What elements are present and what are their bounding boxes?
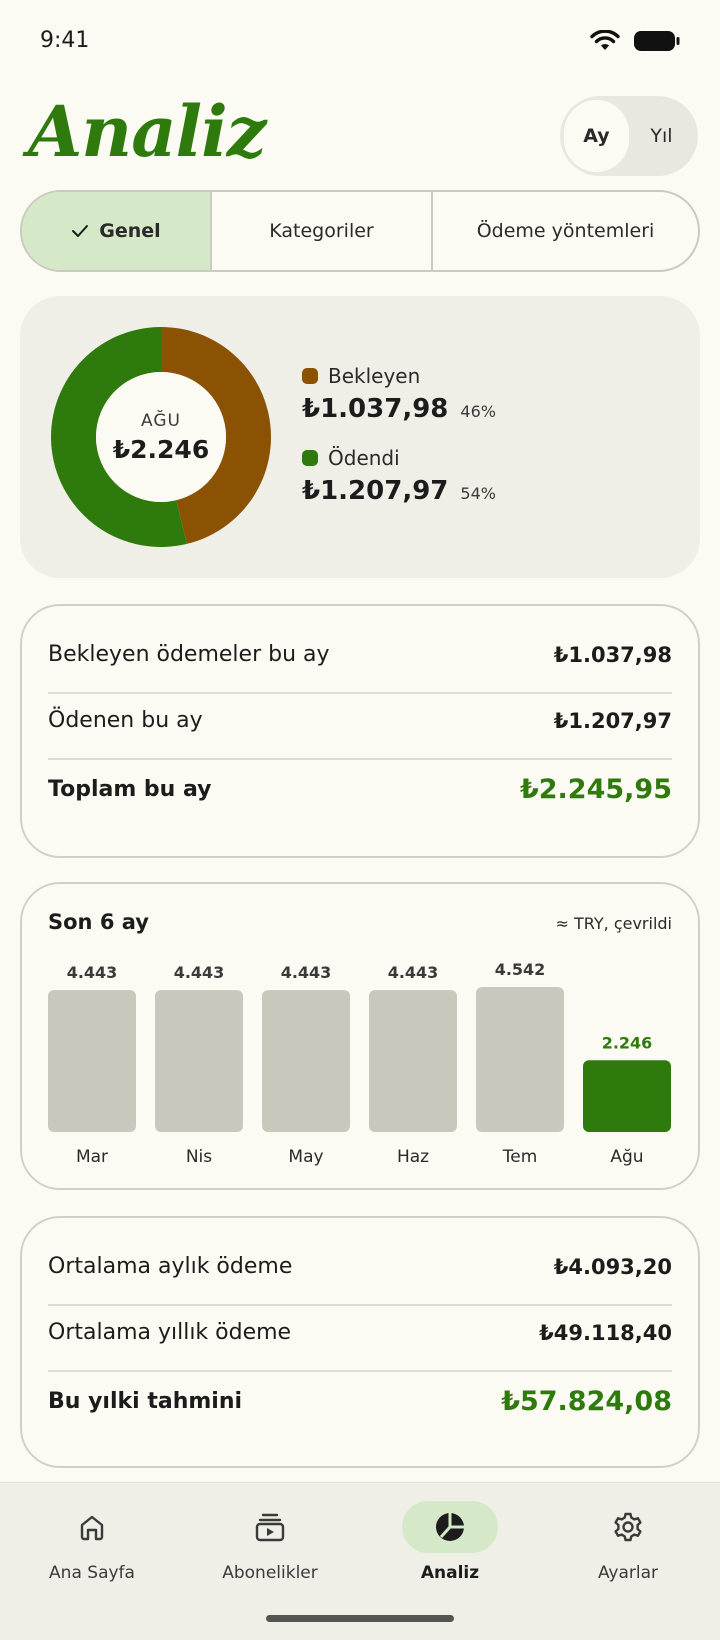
donut-chart: AĞU ₺2.246 (50, 326, 272, 548)
average-row-forecast: Bu yılki tahmini ₺57.824,08 (48, 1386, 672, 1417)
page-title: Analiz (28, 90, 266, 173)
period-option-month[interactable]: Ay (564, 100, 629, 172)
nav-icon-container (402, 1501, 498, 1553)
home-icon (80, 1515, 104, 1541)
bar-category-label: Haz (397, 1147, 429, 1167)
bar-Mar (48, 990, 136, 1132)
tab-categories[interactable]: Kategoriler (212, 192, 433, 270)
legend-amount-pending: ₺1.037,98 (302, 394, 449, 424)
summary-row-total: Toplam bu ay ₺2.245,95 (48, 774, 672, 805)
bar-Nis (155, 990, 243, 1132)
donut-center: AĞU ₺2.246 (50, 326, 272, 548)
bar-chart: 4.443 Mar 4.443 Nis 4.443 May 4.443 Haz 4.542 Tem… (48, 960, 671, 1167)
average-row-yearly: Ortalama yıllık ödeme ₺49.118,40 (48, 1320, 672, 1345)
header: Analiz Ay Yıl (0, 90, 720, 180)
bar-category-label: Mar (76, 1147, 108, 1167)
row-value: ₺2.245,95 (519, 774, 672, 805)
bar-value-label: 4.443 (388, 963, 439, 982)
donut-month-label: AĞU (141, 410, 181, 431)
home-indicator (266, 1615, 454, 1622)
bar-category-label: May (288, 1147, 323, 1167)
donut-total: ₺2.246 (112, 434, 210, 464)
nav-icon-container (580, 1501, 676, 1553)
legend-amount-paid: ₺1.207,97 (302, 476, 449, 506)
row-value: ₺57.824,08 (501, 1386, 672, 1417)
nav-label-settings: Ayarlar (597, 1563, 659, 1583)
status-time: 9:41 (40, 28, 90, 53)
analytics-pie-icon (436, 1513, 464, 1541)
nav-icon-container (44, 1501, 140, 1553)
legend-percent-pending: 46% (460, 402, 496, 421)
nav-label-analytics: Analiz (420, 1563, 480, 1583)
nav-item-subscriptions[interactable]: Abonelikler (180, 1501, 360, 1601)
nav-item-analytics[interactable]: Analiz (360, 1501, 540, 1601)
row-value: ₺49.118,40 (539, 1320, 672, 1345)
bar-value-label: 4.443 (67, 963, 118, 982)
analysis-tabs: Genel Kategoriler Ödeme yöntemleri (20, 190, 700, 272)
nav-label-home: Ana Sayfa (49, 1563, 135, 1583)
bar-Haz (369, 990, 457, 1132)
divider (48, 692, 672, 694)
summary-row-pending: Bekleyen ödemeler bu ay ₺1.037,98 (48, 642, 672, 667)
legend-label-pending: Bekleyen (328, 364, 421, 388)
nav-item-home[interactable]: Ana Sayfa (2, 1501, 182, 1601)
summary-row-paid: Ödenen bu ay ₺1.207,97 (48, 708, 672, 733)
legend-percent-paid: 54% (460, 484, 496, 503)
row-label: Bekleyen ödemeler bu ay (48, 642, 330, 667)
tab-payment-methods-label: Ödeme yöntemleri (476, 220, 655, 242)
last-6-months-card: Son 6 ay ≈ TRY, çevrildi 4.443 Mar 4.443 Ni… (20, 882, 700, 1190)
bar-category-label: Nis (186, 1147, 212, 1167)
row-label: Ödenen bu ay (48, 708, 203, 733)
bar-May (262, 990, 350, 1132)
row-label: Toplam bu ay (48, 777, 212, 802)
bottom-navigation: Ana Sayfa Abonelikler Analiz Ayarlar (0, 1482, 720, 1640)
legend-dot-pending (302, 368, 318, 384)
bar-value-label: 4.542 (495, 960, 546, 979)
legend-dot-paid (302, 450, 318, 466)
nav-label-subscriptions: Abonelikler (222, 1563, 318, 1583)
tab-general[interactable]: Genel (22, 192, 212, 270)
status-bar: 9:41 (0, 0, 720, 90)
row-value: ₺4.093,20 (553, 1254, 672, 1279)
bar-Ağu (583, 1060, 671, 1132)
averages-card: Ortalama aylık ödeme ₺4.093,20 Ortalama … (20, 1216, 700, 1468)
gear-icon (614, 1512, 642, 1542)
legend-item-pending: Bekleyen ₺1.037,98 46% (302, 364, 496, 424)
battery-icon (634, 31, 680, 51)
subscriptions-icon (255, 1513, 285, 1542)
row-value: ₺1.207,97 (553, 708, 672, 733)
wifi-icon (590, 30, 620, 50)
divider (48, 1370, 672, 1372)
period-option-year[interactable]: Yıl (629, 100, 694, 172)
monthly-summary-card: Bekleyen ödemeler bu ay ₺1.037,98 Ödenen… (20, 604, 700, 858)
bar-value-label: 4.443 (174, 963, 225, 982)
row-label: Ortalama aylık ödeme (48, 1254, 293, 1279)
donut-legend: Bekleyen ₺1.037,98 46% Ödendi ₺1.207,97 … (302, 364, 496, 528)
nav-icon-container (222, 1501, 318, 1553)
status-icons (590, 30, 680, 52)
bar-Tem (476, 987, 564, 1132)
nav-item-settings[interactable]: Ayarlar (538, 1501, 718, 1601)
legend-label-paid: Ödendi (328, 446, 400, 470)
bar-value-label: 4.443 (281, 963, 332, 982)
row-label: Ortalama yıllık ödeme (48, 1320, 292, 1345)
divider (48, 1304, 672, 1306)
check-icon (72, 225, 89, 237)
tab-categories-label: Kategoriler (269, 220, 374, 242)
row-label: Bu yılki tahmini (48, 1389, 243, 1414)
period-toggle: Ay Yıl (560, 96, 698, 176)
divider (48, 758, 672, 760)
bar-category-label: Ağu (610, 1147, 643, 1167)
bar-category-label: Tem (502, 1147, 538, 1167)
average-row-monthly: Ortalama aylık ödeme ₺4.093,20 (48, 1254, 672, 1279)
summary-card: AĞU ₺2.246 Bekleyen ₺1.037,98 46% Ödendi… (20, 296, 700, 578)
tab-general-label: Genel (99, 220, 161, 242)
row-value: ₺1.037,98 (553, 642, 672, 667)
legend-item-paid: Ödendi ₺1.207,97 54% (302, 446, 496, 506)
bar-value-label: 2.246 (602, 1033, 653, 1052)
tab-payment-methods[interactable]: Ödeme yöntemleri (433, 192, 698, 270)
